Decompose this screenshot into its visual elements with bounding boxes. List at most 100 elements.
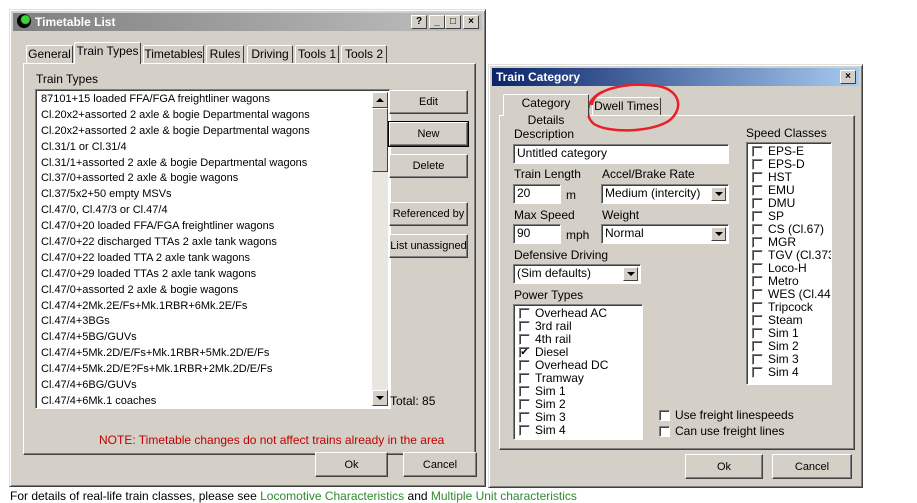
speed-class-option[interactable]: DMU xyxy=(749,197,831,210)
checkbox[interactable] xyxy=(752,328,763,339)
scroll-thumb[interactable] xyxy=(372,108,388,172)
can-use-freight-lines-checkbox[interactable] xyxy=(659,426,670,437)
tab-timetables[interactable]: Timetables xyxy=(143,45,204,64)
ok-button[interactable]: Ok xyxy=(685,454,763,479)
train-length-input[interactable]: 20 xyxy=(513,184,561,204)
description-input[interactable]: Untitled category xyxy=(513,144,729,164)
checkbox[interactable] xyxy=(752,250,763,261)
checkbox[interactable] xyxy=(519,360,530,371)
new-button[interactable]: New xyxy=(388,121,469,147)
train-list-scrollbar[interactable] xyxy=(372,92,388,406)
list-unassigned-button[interactable]: List unassigned xyxy=(389,234,468,258)
power-types-list[interactable]: Overhead AC 3rd rail 4th rail ✔ Diesel Overhe… xyxy=(513,304,643,440)
list-item[interactable]: 87101+15 loaded FFA/FGA freightliner wag… xyxy=(38,92,372,108)
app-icon xyxy=(17,14,31,28)
checked-checkbox[interactable]: ✔ xyxy=(519,347,530,358)
list-item[interactable]: Cl.47/4+2Mk.2E/Fs+Mk.1RBR+6Mk.2E/Fs xyxy=(38,299,372,315)
list-item[interactable]: Cl.47/4+6Mk.1 coaches xyxy=(38,394,372,408)
list-item[interactable]: Cl.31/1+assorted 2 axle & bogie Departme… xyxy=(38,156,372,172)
checkbox[interactable] xyxy=(752,198,763,209)
list-item[interactable]: Cl.37/0+assorted 2 axle & bogie wagons xyxy=(38,171,372,187)
maximize-button[interactable]: □ xyxy=(445,15,461,29)
checkbox[interactable] xyxy=(752,354,763,365)
checkbox[interactable] xyxy=(519,334,530,345)
close-button[interactable]: × xyxy=(463,15,479,29)
checkbox[interactable] xyxy=(752,341,763,352)
weight-select[interactable]: Normal xyxy=(601,224,729,244)
accel-brake-select[interactable]: Medium (intercity) xyxy=(601,184,729,204)
chevron-down-icon xyxy=(714,192,723,196)
tab-driving[interactable]: Driving xyxy=(247,45,293,64)
timetable-list-titlebar[interactable]: Timetable List ? _ □ × xyxy=(13,13,482,31)
list-item[interactable]: Cl.47/4+6BG/GUVs xyxy=(38,378,372,394)
checkbox[interactable] xyxy=(519,373,530,384)
checkbox[interactable] xyxy=(752,367,763,378)
list-item[interactable]: Cl.47/0+22 loaded TTA 2 axle tank wagons xyxy=(38,251,372,267)
dropdown-arrow[interactable] xyxy=(623,267,638,281)
checkbox[interactable] xyxy=(752,146,763,157)
checkbox[interactable] xyxy=(752,159,763,170)
tab-tools-2[interactable]: Tools 2 xyxy=(341,45,387,64)
checkbox[interactable] xyxy=(519,399,530,410)
checkbox[interactable] xyxy=(519,386,530,397)
list-item[interactable]: Cl.47/4+3BGs xyxy=(38,314,372,330)
list-item[interactable]: Cl.47/0+29 loaded TTAs 2 axle tank wagon… xyxy=(38,267,372,283)
list-item[interactable]: Cl.47/4+5BG/GUVs xyxy=(38,330,372,346)
use-freight-linespeeds-option[interactable]: Use freight linespeeds xyxy=(656,409,794,422)
list-item[interactable]: Cl.47/0+22 discharged TTAs 2 axle tank w… xyxy=(38,235,372,251)
checkbox[interactable] xyxy=(752,302,763,313)
dropdown-arrow[interactable] xyxy=(711,227,726,241)
edit-button[interactable]: Edit xyxy=(389,90,468,114)
checkbox[interactable] xyxy=(519,425,530,436)
delete-button[interactable]: Delete xyxy=(389,154,468,178)
checkbox[interactable] xyxy=(752,263,763,274)
checkbox[interactable] xyxy=(519,321,530,332)
checkbox[interactable] xyxy=(752,172,763,183)
list-item[interactable]: Cl.31/1 or Cl.31/4 xyxy=(38,140,372,156)
list-item[interactable]: Cl.47/4+5Mk.2D/E?Fs+Mk.1RBR+2Mk.2D/E/Fs xyxy=(38,362,372,378)
checkbox[interactable] xyxy=(752,276,763,287)
close-button[interactable]: × xyxy=(840,70,856,84)
chevron-down-icon xyxy=(626,272,635,276)
can-use-freight-lines-option[interactable]: Can use freight lines xyxy=(656,425,784,438)
defensive-driving-select[interactable]: (Sim defaults) xyxy=(513,264,641,284)
list-item[interactable]: Cl.47/0, Cl.47/3 or Cl.47/4 xyxy=(38,203,372,219)
checkbox[interactable] xyxy=(752,289,763,300)
footer-text: For details of real-life train classes, … xyxy=(10,489,577,503)
checkbox[interactable] xyxy=(752,315,763,326)
tab-tools-1[interactable]: Tools 1 xyxy=(295,45,339,64)
train-types-list[interactable]: 87101+15 loaded FFA/FGA freightliner wag… xyxy=(35,89,391,409)
list-item[interactable]: Cl.37/5x2+50 empty MSVs xyxy=(38,187,372,203)
list-item[interactable]: Cl.47/0+20 loaded FFA/FGA freightliner w… xyxy=(38,219,372,235)
power-type-option[interactable]: Sim 4 xyxy=(516,424,608,437)
referenced-by-button[interactable]: Referenced by xyxy=(389,202,468,226)
cancel-button[interactable]: Cancel xyxy=(403,452,477,477)
multiple-unit-characteristics-link[interactable]: Multiple Unit characteristics xyxy=(431,489,577,503)
checkbox[interactable] xyxy=(752,237,763,248)
checkbox[interactable] xyxy=(752,185,763,196)
ok-button[interactable]: Ok xyxy=(315,452,388,477)
tab-rules[interactable]: Rules xyxy=(206,45,244,64)
tab-train-types[interactable]: Train Types xyxy=(74,42,141,64)
use-freight-linespeeds-checkbox[interactable] xyxy=(659,410,670,421)
minimize-button[interactable]: _ xyxy=(429,15,445,29)
locomotive-characteristics-link[interactable]: Locomotive Characteristics xyxy=(260,489,404,503)
help-button[interactable]: ? xyxy=(411,15,427,29)
dropdown-arrow[interactable] xyxy=(711,187,726,201)
list-item[interactable]: Cl.20x2+assorted 2 axle & bogie Departme… xyxy=(38,108,372,124)
tab-category-details[interactable]: Category Details xyxy=(503,94,589,127)
list-item[interactable]: Cl.47/0+assorted 2 axle & bogie wagons xyxy=(38,283,372,299)
speed-class-option[interactable]: Sim 4 xyxy=(749,366,831,379)
scroll-down-button[interactable] xyxy=(372,390,388,406)
checkbox[interactable] xyxy=(752,211,763,222)
checkbox[interactable] xyxy=(752,224,763,235)
list-item[interactable]: Cl.47/4+5Mk.2D/E/Fs+Mk.1RBR+5Mk.2D/E/Fs xyxy=(38,346,372,362)
checkbox[interactable] xyxy=(519,412,530,423)
scroll-up-button[interactable] xyxy=(372,92,388,108)
speed-classes-list[interactable]: EPS-E EPS-D HST EMU DMU SP CS (Cl.67) MGR TGV (C… xyxy=(746,142,832,385)
list-item[interactable]: Cl.20x2+assorted 2 axle & bogie Departme… xyxy=(38,124,372,140)
max-speed-input[interactable]: 90 xyxy=(513,224,561,244)
cancel-button[interactable]: Cancel xyxy=(772,454,852,479)
tab-general[interactable]: General xyxy=(26,45,73,64)
checkbox[interactable] xyxy=(519,308,530,319)
